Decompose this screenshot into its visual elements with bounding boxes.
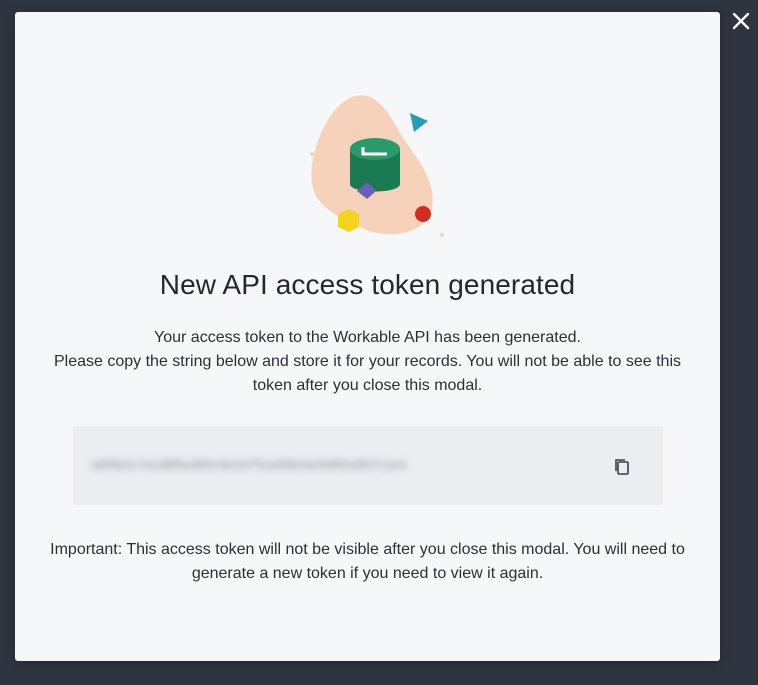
token-illustration xyxy=(310,95,444,237)
close-button[interactable] xyxy=(728,8,754,34)
modal-title: New API access token generated xyxy=(159,269,576,300)
token-field[interactable]: a9f4b2c7e1d8f6a3b5c9e2d7f1a4b8c6e3d9f2a5… xyxy=(73,426,663,505)
close-icon xyxy=(732,12,750,30)
teal-triangle xyxy=(410,113,428,132)
copy-button[interactable] xyxy=(610,455,634,479)
token-value[interactable]: a9f4b2c7e1d8f6a3b5c9e2d7f1a4b8c6e3d9f2a5… xyxy=(91,457,471,473)
copy-icon xyxy=(615,459,629,475)
cylinder-top xyxy=(350,138,400,160)
modal-description: Your access token to the Workable API ha… xyxy=(45,326,690,398)
red-circle xyxy=(415,206,431,222)
description-line-1: Your access token to the Workable API ha… xyxy=(154,329,581,346)
description-line-2: Please copy the string below and store i… xyxy=(53,353,682,394)
important-note: Important: This access token will not be… xyxy=(50,541,685,582)
api-token-modal: New API access token generated Your acce… xyxy=(15,12,720,661)
